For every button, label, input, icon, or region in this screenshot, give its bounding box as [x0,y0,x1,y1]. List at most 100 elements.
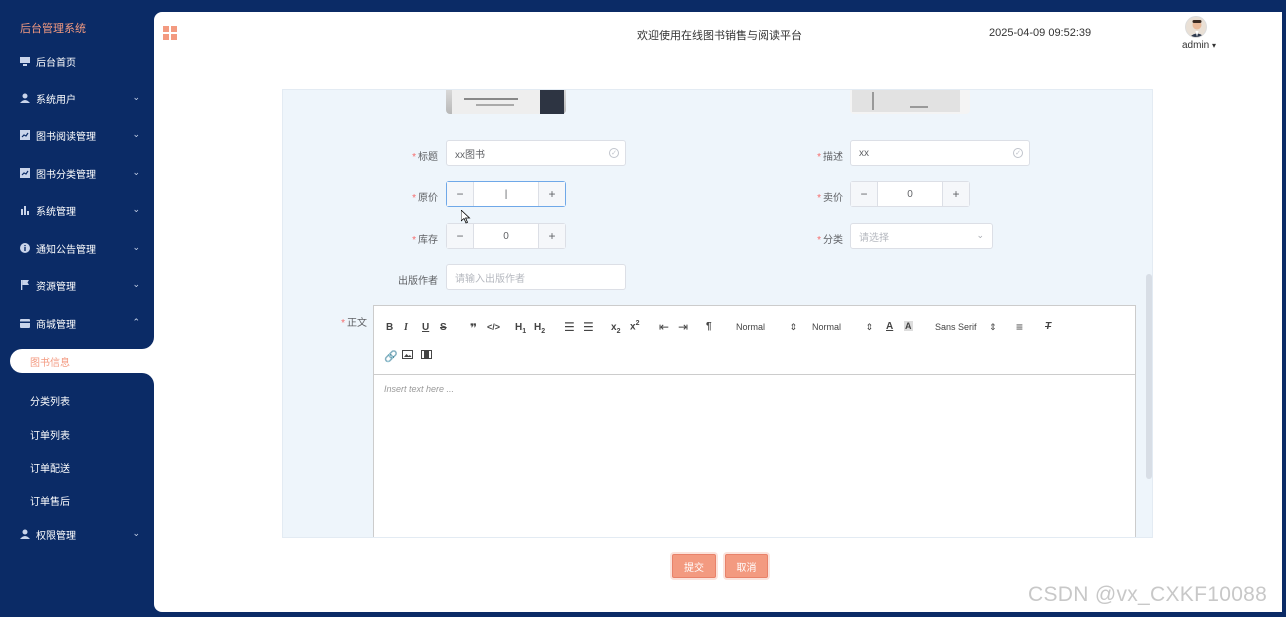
sale-price-value[interactable]: 0 [878,182,942,206]
sidebar-item-label: 商城管理 [36,319,76,331]
sub-item-order-delivery[interactable]: 订单配送 [30,460,70,475]
submit-button[interactable]: 提交 [672,554,716,578]
title-input[interactable]: xx图书 ✓ [446,140,626,166]
sub-item-book-info[interactable]: 图书信息 [10,349,154,373]
subscript-button[interactable]: x2 [611,322,620,335]
cover-image-preview [446,90,566,114]
stock-value[interactable]: 0 [474,224,538,248]
updown-icon: ⇕ [989,322,997,332]
sidebar-item-label: 图书分类管理 [36,169,96,181]
original-price-stepper[interactable]: − | + [446,181,566,207]
sub-item-order-list[interactable]: 订单列表 [30,427,70,442]
valid-check-icon: ✓ [1013,148,1023,158]
font-select[interactable]: Sans Serif ⇕ [935,322,997,333]
background-color-icon[interactable]: A [904,321,913,331]
desc-input[interactable]: xx ✓ [850,140,1030,166]
bullet-list-icon[interactable]: ☰ [583,320,594,334]
caret-down-icon: ▾ [1212,41,1217,50]
user-menu[interactable]: admin ▾ [1182,40,1216,51]
editor-toolbar: B I U S ❞ </> H1 H2 ☰ ☰ x2 x2 ⇤ ⇥ ¶ Norm… [374,306,1135,375]
user-icon [20,93,30,103]
app-title: 后台管理系统 [20,23,86,35]
bar-chart-icon [20,205,30,215]
original-price-label: * 原价 [412,193,438,204]
sidebar-item-announcements[interactable]: 通知公告管理 ⌄ [0,238,154,258]
sale-price-stepper[interactable]: − 0 + [850,181,970,207]
sidebar-item-home[interactable]: 后台首页 [0,51,154,71]
strike-button[interactable]: S [440,322,447,333]
user-icon [20,529,30,539]
desc-label: * 描述 [817,152,843,163]
link-icon[interactable]: 🔗 [384,350,398,363]
active-notch-top [130,325,154,349]
decrement-button[interactable]: − [447,182,474,206]
author-input[interactable]: 请输入出版作者 [446,264,626,290]
chevron-down-icon: ⌄ [132,528,140,538]
decrement-button[interactable]: − [447,224,474,248]
stock-label: * 库存 [412,235,438,246]
clear-format-icon[interactable]: T [1045,321,1051,332]
category-select[interactable]: 请选择 ⌄ [850,223,993,249]
header1-button[interactable]: H1 [515,322,526,335]
username: admin [1182,40,1210,51]
valid-check-icon: ✓ [609,148,619,158]
increment-button[interactable]: + [538,182,565,206]
header-select[interactable]: Normal ⇕ [736,322,797,333]
top-bar: 欢迎使用在线图书销售与阅读平台 2025-04-09 09:52:39 admi… [154,12,1282,56]
sidebar: 后台管理系统 后台首页 系统用户 ⌄ 图书阅读管理 ⌄ 图书分类管理 ⌄ 系统管… [0,0,154,617]
sidebar-item-label: 权限管理 [36,530,76,542]
superscript-button[interactable]: x2 [630,320,639,332]
sidebar-item-label: 系统管理 [36,206,76,218]
chevron-down-icon: ⌄ [132,167,140,177]
font-color-icon[interactable]: A [886,321,893,332]
menu-grid-icon[interactable] [163,26,177,40]
sidebar-item-system-management[interactable]: 系统管理 ⌄ [0,200,154,220]
size-select[interactable]: Normal ⇕ [812,322,873,333]
sub-item-after-sales[interactable]: 订单售后 [30,493,70,508]
mouse-cursor-icon [460,209,471,227]
category-label: * 分类 [817,235,843,246]
increment-button[interactable]: + [942,182,969,206]
form-scrollbar[interactable] [1146,274,1152,479]
ordered-list-icon[interactable]: ☰ [564,320,575,334]
sidebar-item-permissions[interactable]: 权限管理 ⌄ [0,524,154,544]
content-label: * 正文 [341,318,367,329]
main-panel: 欢迎使用在线图书销售与阅读平台 2025-04-09 09:52:39 admi… [154,12,1282,612]
sub-item-category-list[interactable]: 分类列表 [30,393,70,408]
welcome-text: 欢迎使用在线图书销售与阅读平台 [637,30,802,42]
rich-text-editor: B I U S ❞ </> H1 H2 ☰ ☰ x2 x2 ⇤ ⇥ ¶ Norm… [373,305,1136,537]
sidebar-item-label: 通知公告管理 [36,244,96,256]
align-icon[interactable]: ≡ [1016,320,1023,334]
original-price-value[interactable]: | [474,182,538,206]
chevron-down-icon: ⌄ [132,279,140,289]
bold-button[interactable]: B [386,322,393,333]
detail-image-preview [850,90,970,114]
avatar[interactable] [1185,16,1207,38]
sidebar-item-book-reading[interactable]: 图书阅读管理 ⌄ [0,125,154,145]
title-value: xx图书 [455,149,485,161]
direction-icon[interactable]: ¶ [706,321,712,332]
sidebar-item-book-category[interactable]: 图书分类管理 ⌄ [0,163,154,183]
chart-box-icon [20,168,30,178]
increment-button[interactable]: + [538,224,565,248]
header2-button[interactable]: H2 [534,322,545,335]
cancel-button[interactable]: 取消 [725,554,768,578]
underline-button[interactable]: U [422,322,429,333]
sidebar-item-resources[interactable]: 资源管理 ⌄ [0,275,154,295]
watermark: CSDN @vx_CXKF10088 [1028,583,1268,606]
video-icon[interactable] [421,350,432,362]
flag-icon [20,280,30,290]
indent-icon[interactable]: ⇥ [678,320,688,334]
decrement-button[interactable]: − [851,182,878,206]
code-button[interactable]: </> [487,322,500,332]
blockquote-button[interactable]: ❞ [470,321,477,335]
sidebar-item-label: 图书阅读管理 [36,131,96,143]
sub-item-label: 图书信息 [30,357,70,369]
editor-content[interactable]: Insert text here ... [384,384,454,394]
title-label: * 标题 [412,152,438,163]
sidebar-item-system-users[interactable]: 系统用户 ⌄ [0,88,154,108]
chevron-down-icon: ⌄ [976,230,984,240]
outdent-icon[interactable]: ⇤ [659,320,669,334]
italic-button[interactable]: I [404,322,408,333]
image-icon[interactable] [402,350,413,362]
